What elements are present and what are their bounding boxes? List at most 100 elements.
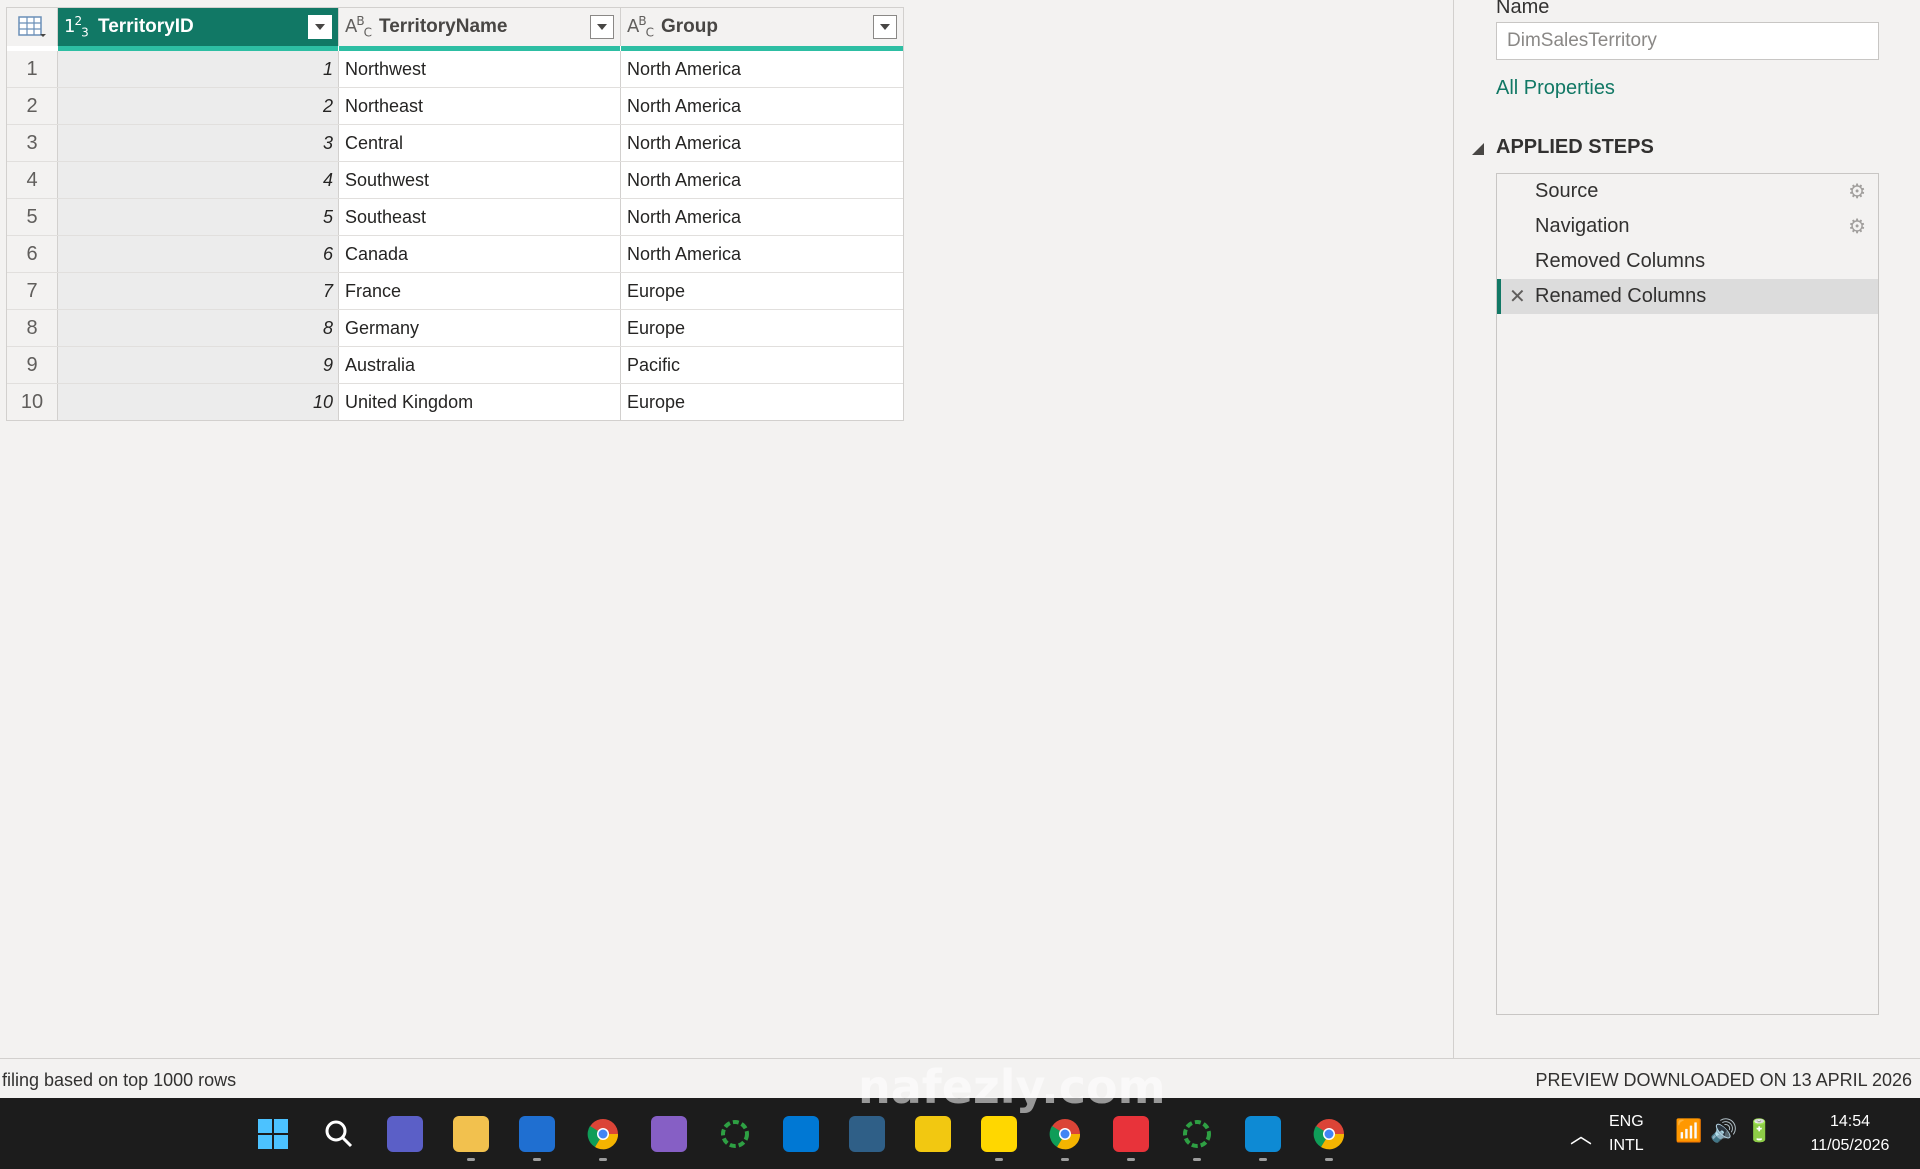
query-name-input[interactable]: DimSalesTerritory bbox=[1496, 22, 1879, 60]
row-number[interactable]: 7 bbox=[7, 273, 58, 309]
applied-steps-header[interactable]: APPLIED STEPS bbox=[1472, 136, 1654, 159]
column-header-group[interactable]: ABC Group bbox=[621, 8, 903, 51]
column-filter-dropdown[interactable] bbox=[590, 15, 614, 39]
chrome-icon bbox=[585, 1116, 621, 1152]
taskbar-app-chrome-profile[interactable] bbox=[1296, 1098, 1362, 1169]
cell-group[interactable]: Europe bbox=[621, 310, 903, 346]
cell-territoryname[interactable]: Australia bbox=[339, 347, 621, 383]
clock-date: 11/05/2026 bbox=[1810, 1137, 1890, 1154]
taskbar-app-app-store[interactable] bbox=[504, 1098, 570, 1169]
cell-territoryname[interactable]: Southwest bbox=[339, 162, 621, 198]
table-row[interactable]: 7 7 France Europe bbox=[7, 272, 903, 309]
clock-time: 14:54 bbox=[1829, 1113, 1871, 1130]
column-header-territoryid[interactable]: 123 TerritoryID bbox=[58, 8, 339, 51]
column-filter-dropdown[interactable] bbox=[873, 15, 897, 39]
cell-territoryname[interactable]: Germany bbox=[339, 310, 621, 346]
file-explorer-icon bbox=[453, 1115, 489, 1152]
all-properties-link[interactable]: All Properties bbox=[1496, 77, 1615, 100]
cell-territoryid[interactable]: 10 bbox=[58, 384, 339, 420]
cell-group[interactable]: North America bbox=[621, 51, 903, 87]
cell-group[interactable]: Pacific bbox=[621, 347, 903, 383]
row-number[interactable]: 3 bbox=[7, 125, 58, 161]
taskbar-app-file-explorer[interactable] bbox=[438, 1098, 504, 1169]
network-volume-battery-icons[interactable]: 📶🔊🔋 bbox=[1675, 1118, 1781, 1144]
cell-territoryname[interactable]: France bbox=[339, 273, 621, 309]
mail-icon bbox=[1113, 1115, 1149, 1152]
cell-group[interactable]: Europe bbox=[621, 273, 903, 309]
delete-step-icon[interactable]: ✕ bbox=[1509, 284, 1526, 309]
cell-territoryid[interactable]: 7 bbox=[58, 273, 339, 309]
cell-territoryname[interactable]: Northeast bbox=[339, 88, 621, 124]
sticky-notes-icon bbox=[981, 1115, 1017, 1152]
cell-territoryid[interactable]: 6 bbox=[58, 236, 339, 272]
row-number[interactable]: 8 bbox=[7, 310, 58, 346]
cell-territoryname[interactable]: Canada bbox=[339, 236, 621, 272]
table-row[interactable]: 6 6 Canada North America bbox=[7, 235, 903, 272]
step-navigation[interactable]: Navigation ⚙ bbox=[1497, 209, 1878, 244]
pane-divider[interactable] bbox=[1453, 0, 1454, 1058]
chrome-profile-icon-2 bbox=[1311, 1116, 1347, 1152]
cell-group[interactable]: Europe bbox=[621, 384, 903, 420]
column-filter-dropdown[interactable] bbox=[308, 15, 332, 39]
cell-territoryid[interactable]: 3 bbox=[58, 125, 339, 161]
taskbar-app-loading-ring[interactable] bbox=[702, 1098, 768, 1169]
table-row[interactable]: 3 3 Central North America bbox=[7, 124, 903, 161]
table-row[interactable]: 10 10 United Kingdom Europe bbox=[7, 383, 903, 420]
cell-territoryname[interactable]: Northwest bbox=[339, 51, 621, 87]
whole-number-type-icon[interactable]: 123 bbox=[64, 14, 94, 40]
running-indicator bbox=[1061, 1158, 1069, 1161]
gear-icon[interactable]: ⚙ bbox=[1848, 179, 1866, 204]
row-number[interactable]: 2 bbox=[7, 88, 58, 124]
row-number[interactable]: 9 bbox=[7, 347, 58, 383]
step-renamed-columns[interactable]: ✕ Renamed Columns bbox=[1497, 279, 1878, 314]
cell-territoryid[interactable]: 4 bbox=[58, 162, 339, 198]
row-number[interactable]: 6 bbox=[7, 236, 58, 272]
taskbar-app-teams[interactable] bbox=[372, 1098, 438, 1169]
step-removed-columns[interactable]: Removed Columns bbox=[1497, 244, 1878, 279]
row-number[interactable]: 4 bbox=[7, 162, 58, 198]
cell-territoryname[interactable]: United Kingdom bbox=[339, 384, 621, 420]
input-language-indicator[interactable]: ENG INTL bbox=[1609, 1110, 1644, 1158]
cell-territoryname[interactable]: Southeast bbox=[339, 199, 621, 235]
cell-territoryid[interactable]: 5 bbox=[58, 199, 339, 235]
cell-territoryid[interactable]: 2 bbox=[58, 88, 339, 124]
row-number[interactable]: 5 bbox=[7, 199, 58, 235]
clock[interactable]: 14:54 11/05/2026 bbox=[1795, 1110, 1905, 1158]
cell-group[interactable]: North America bbox=[621, 88, 903, 124]
profiling-status-text[interactable]: filing based on top 1000 rows bbox=[2, 1070, 236, 1091]
text-type-icon[interactable]: ABC bbox=[345, 14, 375, 40]
step-source[interactable]: Source ⚙ bbox=[1497, 174, 1878, 209]
taskbar-app-photos[interactable] bbox=[1230, 1098, 1296, 1169]
taskbar-app-windows-start[interactable] bbox=[240, 1098, 306, 1169]
text-type-icon[interactable]: ABC bbox=[627, 14, 657, 40]
taskbar-app-vscode[interactable] bbox=[768, 1098, 834, 1169]
column-header-territoryname[interactable]: ABC TerritoryName bbox=[339, 8, 621, 51]
row-number[interactable]: 1 bbox=[7, 51, 58, 87]
taskbar-app-visual-studio[interactable] bbox=[636, 1098, 702, 1169]
cell-group[interactable]: North America bbox=[621, 199, 903, 235]
show-hidden-icons-chevron-icon[interactable]: ︿ bbox=[1570, 1118, 1592, 1150]
cell-group[interactable]: North America bbox=[621, 236, 903, 272]
table-menu-button[interactable] bbox=[7, 8, 58, 46]
taskbar-app-search[interactable] bbox=[306, 1098, 372, 1169]
table-row[interactable]: 2 2 Northeast North America bbox=[7, 87, 903, 124]
step-label: Navigation bbox=[1535, 215, 1630, 237]
column-header-label: TerritoryName bbox=[379, 16, 508, 37]
table-row[interactable]: 1 1 Northwest North America bbox=[7, 51, 903, 87]
cell-territoryname[interactable]: Central bbox=[339, 125, 621, 161]
cell-group[interactable]: North America bbox=[621, 162, 903, 198]
taskbar-app-chrome[interactable] bbox=[570, 1098, 636, 1169]
table-row[interactable]: 5 5 Southeast North America bbox=[7, 198, 903, 235]
cell-territoryid[interactable]: 1 bbox=[58, 51, 339, 87]
cell-territoryid[interactable]: 9 bbox=[58, 347, 339, 383]
table-row[interactable]: 9 9 Australia Pacific bbox=[7, 346, 903, 383]
cell-group[interactable]: North America bbox=[621, 125, 903, 161]
table-row[interactable]: 4 4 Southwest North America bbox=[7, 161, 903, 198]
taskbar-app-loading-ring[interactable] bbox=[1164, 1098, 1230, 1169]
cell-territoryid[interactable]: 8 bbox=[58, 310, 339, 346]
table-row[interactable]: 8 8 Germany Europe bbox=[7, 309, 903, 346]
row-number[interactable]: 10 bbox=[7, 384, 58, 420]
app-store-icon bbox=[519, 1115, 555, 1152]
name-label: Name bbox=[1496, 0, 1550, 18]
gear-icon[interactable]: ⚙ bbox=[1848, 214, 1866, 239]
